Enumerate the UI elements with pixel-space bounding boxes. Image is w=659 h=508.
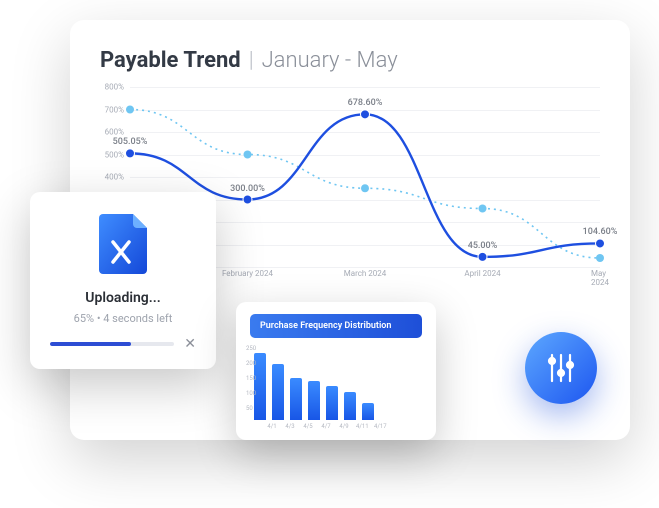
frequency-bar-chart: 25020015010050 xyxy=(250,348,422,420)
data-label: 505.05% xyxy=(113,137,148,147)
frequency-bar xyxy=(326,386,338,420)
solid-point xyxy=(361,110,370,119)
solid-point xyxy=(478,252,487,261)
upload-meta: 65% • 4 seconds left xyxy=(50,312,196,325)
upload-progress-row: ✕ xyxy=(50,337,196,351)
solid-point xyxy=(126,149,135,158)
frequency-title: Purchase Frequency Distribution xyxy=(250,314,422,338)
freq-y-tick: 100 xyxy=(246,390,256,397)
frequency-bar xyxy=(344,392,356,420)
x-tick: March 2024 xyxy=(344,269,387,278)
excel-file-icon xyxy=(99,214,147,274)
data-label: 678.60% xyxy=(348,98,383,108)
close-icon[interactable]: ✕ xyxy=(184,337,196,351)
y-tick: 800% xyxy=(100,83,124,92)
data-label: 104.60% xyxy=(583,227,618,237)
freq-y-tick: 150 xyxy=(246,375,256,382)
chart-title-row: Payable Trend | January - May xyxy=(100,48,600,73)
y-tick: 400% xyxy=(100,173,124,182)
sliders-icon xyxy=(544,351,578,385)
data-label: 300.00% xyxy=(230,184,265,194)
upload-card: Uploading... 65% • 4 seconds left ✕ xyxy=(30,192,216,369)
frequency-card: Purchase Frequency Distribution 25020015… xyxy=(236,302,436,440)
chart-title: Payable Trend xyxy=(100,48,241,73)
x-tick: April 2024 xyxy=(464,269,500,278)
x-tick: February 2024 xyxy=(222,269,273,278)
x-tick: May 2024 xyxy=(591,269,609,287)
freq-x-tick: 4/17 xyxy=(374,423,386,430)
frequency-bar xyxy=(362,403,374,420)
settings-button[interactable] xyxy=(525,332,597,404)
freq-x-tick: 4/3 xyxy=(284,423,296,430)
upload-progress-fill xyxy=(50,342,131,346)
upload-status: Uploading... xyxy=(50,290,196,306)
freq-x-tick: 4/11 xyxy=(356,423,368,430)
frequency-bar xyxy=(308,381,320,420)
dotted-point xyxy=(126,106,134,114)
freq-x-tick: 4/5 xyxy=(302,423,314,430)
y-tick: 700% xyxy=(100,105,124,114)
dotted-point xyxy=(596,254,604,262)
freq-y-tick: 50 xyxy=(246,405,253,412)
chart-subtitle: January - May xyxy=(262,48,398,73)
dotted-point xyxy=(244,151,252,159)
frequency-x-axis: 4/1 4/3 4/5 4/7 4/9 4/11 4/17 xyxy=(262,420,422,430)
freq-x-tick: 4/9 xyxy=(338,423,350,430)
y-tick: 500% xyxy=(100,150,124,159)
upload-progress-bar xyxy=(50,342,174,346)
freq-x-tick: 4/1 xyxy=(266,423,278,430)
y-tick: 600% xyxy=(100,128,124,137)
freq-x-tick: 4/7 xyxy=(320,423,332,430)
title-separator: | xyxy=(249,48,254,73)
freq-y-tick: 200 xyxy=(246,360,256,367)
freq-y-tick: 250 xyxy=(246,345,256,352)
dotted-point xyxy=(361,184,369,192)
data-label: 45.00% xyxy=(468,241,498,251)
solid-point xyxy=(596,239,605,248)
frequency-bar xyxy=(272,364,284,420)
solid-point xyxy=(243,195,252,204)
dotted-point xyxy=(479,205,487,213)
frequency-bar xyxy=(290,378,302,420)
